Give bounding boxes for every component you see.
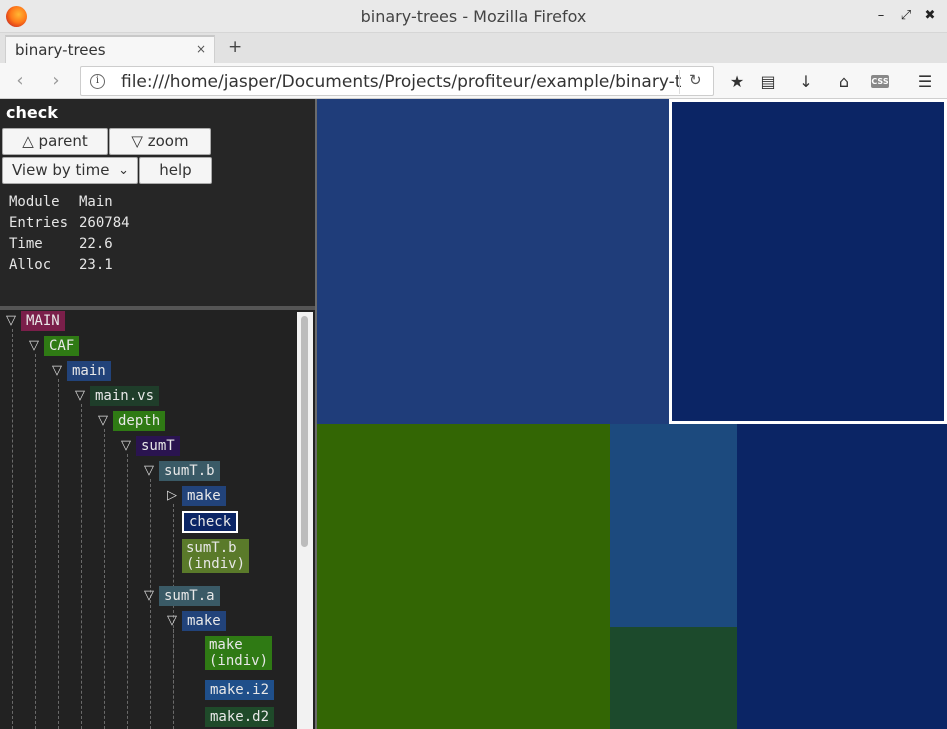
tree-node-sumt-b[interactable]: sumT.b [159,461,220,481]
stat-row-time: Time 22.6 [9,236,130,257]
close-tab-icon[interactable]: × [196,42,206,56]
collapse-triangle-icon[interactable]: ▽ [121,438,131,453]
bookmark-star-icon[interactable]: ★ [726,71,748,93]
collapse-triangle-icon[interactable]: ▽ [52,363,62,378]
stat-value: 23.1 [79,257,113,273]
close-window-button[interactable]: ✖ [920,7,940,25]
collapse-triangle-icon[interactable]: ▽ [144,463,154,478]
tree-guide-line [12,329,13,729]
stat-row-entries: Entries 260784 [9,215,130,236]
home-icon[interactable]: ⌂ [833,71,855,93]
zoom-button[interactable]: ▽ zoom [109,128,211,155]
window-title: binary-trees - Mozilla Firefox [360,7,587,26]
tree-guide-line [58,379,59,729]
tree-node-sumt-a[interactable]: sumT.a [159,586,220,606]
treemap-cell-make-i2[interactable] [610,424,737,627]
sidebar: check △ parent ▽ zoom View by time ⌄ hel… [0,99,315,729]
tree-guide-line [35,354,36,729]
tree-guide-line [104,429,105,729]
library-icon[interactable]: ▤ [757,71,779,93]
expand-triangle-icon[interactable]: ▷ [167,488,177,503]
parent-button[interactable]: △ parent [2,128,108,155]
tree-node-check-selected[interactable]: check [182,511,239,533]
stat-key: Module [9,194,60,210]
forward-arrow-icon[interactable]: › [44,69,68,93]
stat-value: Main [79,194,113,210]
stat-value: 22.6 [79,236,113,252]
collapse-triangle-icon[interactable]: ▽ [75,388,85,403]
collapse-triangle-icon[interactable]: ▽ [144,588,154,603]
stat-key: Entries [9,215,69,231]
help-button[interactable]: help [139,157,212,184]
tree-scrollbar[interactable] [297,312,313,729]
tree-node-make[interactable]: make [182,486,226,506]
selected-node-title: check [6,103,58,122]
new-tab-button[interactable]: + [228,37,242,57]
treemap-cell-check-selected[interactable] [669,99,947,424]
tree-node-main-root[interactable]: MAIN [21,311,65,331]
node-stats: Module Main Entries 260784 Time 22.6 Alloc 2… [9,194,130,278]
url-separator [679,70,680,94]
tree-node-make-d2[interactable]: make.d2 [205,707,275,727]
tab-binary-trees[interactable]: binary-trees × [5,35,215,63]
stat-row-alloc: Alloc 23.1 [9,257,130,278]
stat-value: 260784 [79,215,130,231]
collapse-triangle-icon[interactable]: ▽ [98,413,108,428]
stat-key: Time [9,236,43,252]
tree-node-main[interactable]: main [67,361,111,381]
treemap-cell-make-indiv[interactable] [317,424,610,729]
tree-guide-line [150,479,151,729]
tree-node-make-indiv[interactable]: make (indiv) [205,636,273,670]
site-info-icon[interactable]: i [90,74,105,89]
hamburger-menu-icon[interactable]: ☰ [914,71,936,93]
page-content: check △ parent ▽ zoom View by time ⌄ hel… [0,99,947,729]
node-info-panel: check △ parent ▽ zoom View by time ⌄ hel… [0,99,315,306]
tree-guide-line [127,454,128,729]
view-by-select[interactable]: View by time ⌄ [2,157,138,184]
download-icon[interactable]: ↓ [795,71,817,93]
tab-bar: binary-trees × + [0,33,947,63]
tree-node-caf[interactable]: CAF [44,336,80,356]
treemap-cell-sumt-a-other[interactable] [737,424,947,729]
cost-centre-tree: ▽ MAIN ▽ CAF ▽ main ▽ main.vs ▽ depth ▽ … [0,310,315,729]
url-bar[interactable]: i file:///home/jasper/Documents/Projects… [80,66,714,96]
tab-label: binary-trees [15,41,106,59]
css-icon[interactable]: CSS [871,75,889,88]
reload-icon[interactable]: ↻ [689,71,702,89]
restore-button[interactable]: ⤢ [896,7,916,25]
tree-node-main-vs[interactable]: main.vs [90,386,160,406]
collapse-triangle-icon[interactable]: ▽ [167,613,177,628]
tree-node-sumt[interactable]: sumT [136,436,180,456]
treemap-cell-sumt-b[interactable] [317,99,669,424]
scrollbar-thumb[interactable] [301,316,308,547]
collapse-triangle-icon[interactable]: ▽ [29,338,39,353]
stat-key: Alloc [9,257,52,273]
tree-node-make-i2[interactable]: make.i2 [205,680,275,700]
window-titlebar: binary-trees - Mozilla Firefox – ⤢ ✖ [0,0,947,33]
minimize-button[interactable]: – [871,7,891,25]
tree-node-make[interactable]: make [182,611,226,631]
stat-row-module: Module Main [9,194,130,215]
navigation-bar: ‹ › i file:///home/jasper/Documents/Proj… [0,63,947,99]
tree-guide-line [173,629,174,729]
tree-guide-line [81,404,82,729]
treemap-cell-make-d2[interactable] [610,627,737,729]
url-input[interactable]: file:///home/jasper/Documents/Projects/p… [121,72,681,92]
view-by-select-value: View by time [12,161,110,179]
tree-node-sumt-b-indiv[interactable]: sumT.b (indiv) [182,539,250,573]
chevron-down-icon: ⌄ [118,163,129,178]
collapse-triangle-icon[interactable]: ▽ [6,313,16,328]
back-arrow-icon[interactable]: ‹ [8,69,32,93]
treemap[interactable] [317,99,947,729]
tree-node-depth[interactable]: depth [113,411,166,431]
